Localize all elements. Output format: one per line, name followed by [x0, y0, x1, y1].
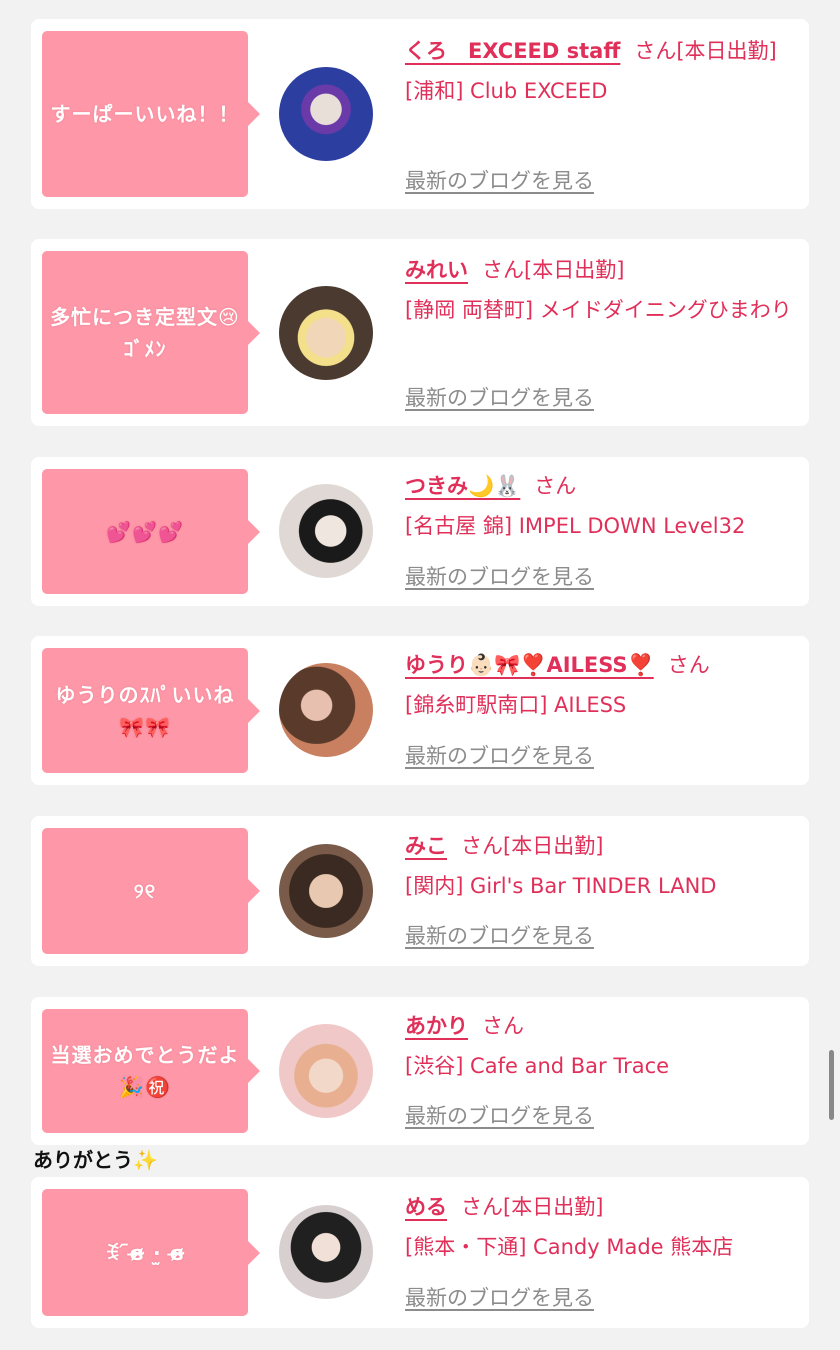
message-card: ୨୧ みこ さん[本日出勤] [関内] Girl's Bar TINDER LAN…: [31, 816, 809, 966]
comment-text: ୨୧: [133, 879, 157, 903]
message-card: 当選おめでとうだよ🎉㊗️ あかり さん [渋谷] Cafe and Bar Tra…: [31, 997, 809, 1145]
avatar[interactable]: [279, 1024, 373, 1118]
cast-suffix: さん[本日出勤]: [482, 258, 625, 282]
comment-bubble: ゆうりのｽﾊﾟいいね🎀🎀: [42, 648, 260, 773]
comment-text: ゆうりのｽﾊﾟいいね🎀🎀: [55, 682, 235, 739]
shop-name[interactable]: [静岡 両替町] メイドダイニングひまわり: [405, 298, 792, 322]
cast-suffix: さん: [667, 653, 710, 677]
cast-name-link[interactable]: みれい: [405, 258, 468, 282]
cast-name-link[interactable]: ゆうり👶🏻🎀❣️AILESS❣️: [405, 653, 654, 677]
comment-text: ꉂ ᷇ɞ̴̶̷ ·̫ ɞ̴̶̷: [104, 1240, 186, 1265]
cast-suffix: さん[本日出勤]: [461, 834, 604, 858]
cast-info: みこ さん[本日出勤] [関内] Girl's Bar TINDER LAND: [405, 826, 800, 906]
blog-link[interactable]: 最新のブログを見る: [405, 561, 594, 591]
blog-link[interactable]: 最新のブログを見る: [405, 165, 594, 195]
cast-name-link[interactable]: つきみ🌙🐰: [405, 474, 520, 498]
shop-name[interactable]: [名古屋 錦] IMPEL DOWN Level32: [405, 514, 745, 538]
avatar[interactable]: [279, 286, 373, 380]
cast-info: あかり さん [渋谷] Cafe and Bar Trace: [405, 1006, 800, 1086]
blog-link[interactable]: 最新のブログを見る: [405, 382, 594, 412]
cast-info: める さん[本日出勤] [熊本・下通] Candy Made 熊本店: [405, 1187, 800, 1267]
message-card: すーぱーいいね！！ くろ EXCEED staff さん[本日出勤] [浦和] C…: [31, 19, 809, 209]
blog-link[interactable]: 最新のブログを見る: [405, 920, 594, 950]
shop-name[interactable]: [関内] Girl's Bar TINDER LAND: [405, 874, 716, 898]
blog-link[interactable]: 最新のブログを見る: [405, 1100, 594, 1130]
cast-info: ゆうり👶🏻🎀❣️AILESS❣️ さん [錦糸町駅南口] AILESS: [405, 645, 800, 725]
overflow-comment-text: ありがとう✨: [33, 1148, 158, 1172]
message-card: ゆうりのｽﾊﾟいいね🎀🎀 ゆうり👶🏻🎀❣️AILESS❣️ さん [錦糸町駅南口]…: [31, 636, 809, 785]
comment-text: 当選おめでとうだよ🎉㊗️: [50, 1043, 240, 1099]
comment-bubble: ୨୧: [42, 828, 260, 954]
cast-name-link[interactable]: あかり: [405, 1014, 468, 1038]
comment-bubble: 多忙につき定型文😢ｺﾞﾒﾝ: [42, 251, 260, 414]
avatar[interactable]: [279, 1205, 373, 1299]
comment-bubble: 当選おめでとうだよ🎉㊗️: [42, 1009, 260, 1133]
shop-name[interactable]: [渋谷] Cafe and Bar Trace: [405, 1054, 669, 1078]
shop-name[interactable]: [浦和] Club EXCEED: [405, 79, 607, 103]
comment-text: 多忙につき定型文😢ｺﾞﾒﾝ: [50, 304, 240, 361]
comment-text: 💕💕💕: [106, 519, 184, 544]
comment-bubble: 💕💕💕: [42, 469, 260, 594]
avatar[interactable]: [279, 844, 373, 938]
cast-info: みれい さん[本日出勤] [静岡 両替町] メイドダイニングひまわり: [405, 250, 800, 330]
comment-bubble: すーぱーいいね！！: [42, 31, 260, 197]
comment-bubble: ꉂ ᷇ɞ̴̶̷ ·̫ ɞ̴̶̷: [42, 1189, 260, 1316]
cast-suffix: さん[本日出勤]: [634, 39, 777, 63]
cast-suffix: さん[本日出勤]: [461, 1195, 604, 1219]
scrollbar[interactable]: [829, 1050, 834, 1120]
cast-suffix: さん: [482, 1014, 524, 1038]
avatar[interactable]: [279, 484, 373, 578]
message-card: ꉂ ᷇ɞ̴̶̷ ·̫ ɞ̴̶̷ める さん[本日出勤] [熊本・下通] Candy…: [31, 1177, 809, 1328]
blog-link[interactable]: 最新のブログを見る: [405, 740, 594, 770]
cast-name-link[interactable]: くろ EXCEED staff: [405, 39, 620, 63]
cast-name-link[interactable]: みこ: [405, 834, 447, 858]
message-card: 多忙につき定型文😢ｺﾞﾒﾝ みれい さん[本日出勤] [静岡 両替町] メイドダイ…: [31, 239, 809, 426]
cast-name-link[interactable]: める: [405, 1195, 447, 1219]
avatar[interactable]: [279, 663, 373, 757]
shop-name[interactable]: [錦糸町駅南口] AILESS: [405, 693, 626, 717]
cast-info: くろ EXCEED staff さん[本日出勤] [浦和] Club EXCEED: [405, 31, 800, 111]
comment-text: すーぱーいいね！！: [50, 102, 240, 126]
avatar[interactable]: [279, 67, 373, 161]
cast-info: つきみ🌙🐰 さん [名古屋 錦] IMPEL DOWN Level32: [405, 466, 800, 546]
message-card: 💕💕💕 つきみ🌙🐰 さん [名古屋 錦] IMPEL DOWN Level32 最…: [31, 457, 809, 606]
cast-suffix: さん: [534, 474, 577, 498]
blog-link[interactable]: 最新のブログを見る: [405, 1282, 594, 1312]
shop-name[interactable]: [熊本・下通] Candy Made 熊本店: [405, 1235, 733, 1259]
